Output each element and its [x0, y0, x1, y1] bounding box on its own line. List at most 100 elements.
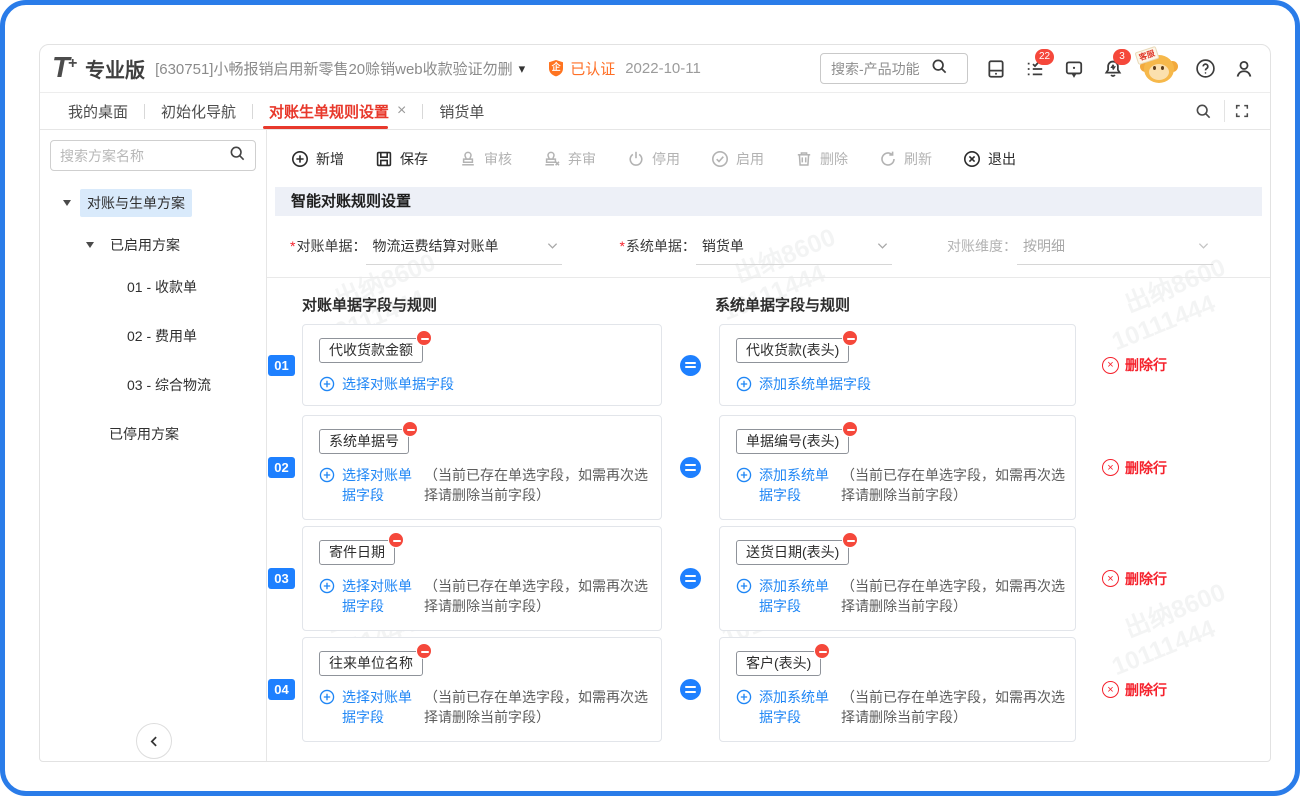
tab-my-desktop[interactable]: 我的桌面 — [52, 93, 144, 129]
message-icon[interactable] — [1062, 57, 1086, 81]
plan-tree: 对账与生单方案 已启用方案 01 - 收款单 02 - 费用单 03 - 综合物… — [50, 189, 256, 448]
tab-search-icon[interactable] — [1186, 100, 1220, 122]
todo-count-badge: 22 — [1035, 49, 1054, 65]
right-field-card: 送货日期(表头) 添加系统单据字段 （当前已存在单选字段，如需再次选择请删除当前… — [719, 526, 1076, 631]
plan-search-box[interactable] — [50, 140, 256, 171]
tree-node-plan-02[interactable]: 02 - 费用单 — [50, 322, 256, 350]
delete-button: 删除 — [795, 149, 848, 169]
field-chip: 送货日期(表头) — [736, 540, 849, 565]
single-select-note: （当前已存在单选字段，如需再次选择请删除当前字段） — [424, 576, 651, 616]
product-search-input[interactable] — [831, 61, 931, 77]
single-select-note: （当前已存在单选字段，如需再次选择请删除当前字段） — [424, 465, 651, 505]
select-reconciliation-field-link[interactable]: 选择对账单据字段 — [319, 374, 454, 394]
disable-button: 停用 — [627, 149, 680, 169]
field-chip: 客户(表头) — [736, 651, 821, 676]
tab-tools — [1186, 100, 1258, 122]
todo-list-icon[interactable]: 22 — [1023, 57, 1047, 81]
tab-init-nav[interactable]: 初始化导航 — [145, 93, 252, 129]
add-system-field-link[interactable]: 添加系统单据字段 — [736, 576, 833, 616]
fullscreen-icon[interactable] — [1224, 100, 1258, 122]
calculator-icon[interactable] — [984, 57, 1008, 81]
reconciliation-dimension-select: 按明细 — [1017, 233, 1213, 265]
field-chip: 单据编号(表头) — [736, 429, 849, 454]
rule-row-02: 02 系统单据号 选择对账单据字段 （当前已存在单选字段，如需再次选择请删除当前… — [267, 415, 1270, 520]
row-number-badge: 01 — [268, 355, 295, 376]
add-system-field-link[interactable]: 添加系统单据字段 — [736, 687, 833, 727]
search-icon[interactable] — [229, 145, 246, 167]
add-system-field-link[interactable]: 添加系统单据字段 — [736, 374, 871, 394]
remove-field-icon[interactable] — [842, 532, 858, 548]
chevron-down-icon — [1198, 237, 1209, 255]
notification-bell-icon[interactable]: 3 — [1101, 57, 1125, 81]
search-icon[interactable] — [931, 58, 948, 80]
toolbar: 新增 保存 审核 弃审 停用 — [267, 130, 1270, 187]
sidebar: 对账与生单方案 已启用方案 01 - 收款单 02 - 费用单 03 - 综合物… — [40, 130, 267, 761]
left-field-card: 寄件日期 选择对账单据字段 （当前已存在单选字段，如需再次选择请删除当前字段） — [302, 526, 662, 631]
tree-node-enabled-group[interactable]: 已启用方案 — [50, 231, 256, 259]
remove-field-icon[interactable] — [814, 643, 830, 659]
reconciliation-doc-select[interactable]: 物流运费结算对账单 — [366, 233, 562, 265]
tree-node-plan-01[interactable]: 01 - 收款单 — [50, 273, 256, 301]
save-button[interactable]: 保存 — [375, 149, 428, 169]
user-icon[interactable] — [1232, 57, 1256, 81]
help-icon[interactable] — [1193, 57, 1217, 81]
single-select-note: （当前已存在单选字段，如需再次选择请删除当前字段） — [841, 687, 1065, 727]
select-reconciliation-field-link[interactable]: 选择对账单据字段 — [319, 576, 416, 616]
account-name[interactable]: [630751]小畅报销启用新零售20赊销web收款验证勿删 — [155, 58, 513, 79]
remove-field-icon[interactable] — [416, 330, 432, 346]
tab-bar: 我的桌面 初始化导航 对账生单规则设置 × 销货单 — [40, 93, 1270, 130]
exit-button[interactable]: 退出 — [963, 149, 1016, 169]
field-label: *系统单据： — [619, 236, 695, 256]
single-select-note: （当前已存在单选字段，如需再次选择请删除当前字段） — [424, 687, 651, 727]
remove-field-icon[interactable] — [388, 532, 404, 548]
tree-expand-icon[interactable] — [63, 200, 71, 206]
delete-row-icon: × — [1102, 459, 1119, 476]
delete-row-button[interactable]: × 删除行 — [1102, 355, 1167, 375]
delete-row-icon: × — [1102, 681, 1119, 698]
add-button[interactable]: 新增 — [291, 149, 344, 169]
product-search-box[interactable] — [820, 53, 968, 84]
customer-service-mascot[interactable]: 客服 — [1140, 53, 1178, 85]
tree-node-plan-03[interactable]: 03 - 综合物流 — [50, 371, 256, 399]
equals-match-icon — [680, 355, 701, 376]
equals-match-icon — [680, 568, 701, 589]
delete-row-button[interactable]: × 删除行 — [1102, 458, 1167, 478]
chevron-down-icon — [547, 237, 558, 255]
delete-row-button[interactable]: × 删除行 — [1102, 569, 1167, 589]
remove-field-icon[interactable] — [416, 643, 432, 659]
right-field-card: 代收货款(表头) 添加系统单据字段 — [719, 324, 1076, 406]
certified-label: 已认证 — [570, 58, 615, 79]
enterprise-shield-icon: 企 — [547, 59, 565, 78]
tree-node-disabled-group[interactable]: 已停用方案 — [50, 420, 256, 448]
plan-search-input[interactable] — [60, 148, 229, 164]
tab-reconciliation-rules[interactable]: 对账生单规则设置 × — [253, 93, 422, 129]
remove-field-icon[interactable] — [842, 421, 858, 437]
app-container: T+ 专业版 [630751]小畅报销启用新零售20赊销web收款验证勿删 ▾ … — [39, 44, 1271, 762]
account-dropdown-caret[interactable]: ▾ — [519, 61, 526, 77]
delete-row-button[interactable]: × 删除行 — [1102, 680, 1167, 700]
column-headers: 对账单据字段与规则 系统单据字段与规则 — [267, 294, 1270, 315]
header-icons: 22 3 客服 — [984, 53, 1256, 85]
remove-field-icon[interactable] — [402, 421, 418, 437]
tree-expand-icon[interactable] — [86, 242, 94, 248]
system-doc-select[interactable]: 销货单 — [696, 233, 892, 265]
tab-sales-order[interactable]: 销货单 — [423, 93, 500, 129]
add-system-field-link[interactable]: 添加系统单据字段 — [736, 465, 833, 505]
tab-close-icon[interactable]: × — [397, 102, 406, 120]
main-panel: 出纳860010111444 出纳860010111444 出纳86001011… — [267, 130, 1270, 761]
rule-row-03: 03 寄件日期 选择对账单据字段 （当前已存在单选字段，如需再次选择请删除当前字… — [267, 526, 1270, 631]
enable-button: 启用 — [711, 149, 764, 169]
required-asterisk: * — [290, 238, 295, 254]
remove-field-icon[interactable] — [842, 330, 858, 346]
select-reconciliation-field-link[interactable]: 选择对账单据字段 — [319, 465, 416, 505]
tree-root-label[interactable]: 对账与生单方案 — [80, 189, 192, 217]
refresh-button: 刷新 — [879, 149, 932, 169]
select-reconciliation-field-link[interactable]: 选择对账单据字段 — [319, 687, 416, 727]
field-chip: 寄件日期 — [319, 540, 395, 565]
left-field-card: 系统单据号 选择对账单据字段 （当前已存在单选字段，如需再次选择请删除当前字段） — [302, 415, 662, 520]
sidebar-collapse-button[interactable] — [136, 723, 172, 759]
tree-node-root[interactable]: 对账与生单方案 — [50, 189, 256, 217]
field-chip: 代收货款金额 — [319, 338, 423, 363]
right-field-card: 客户(表头) 添加系统单据字段 （当前已存在单选字段，如需再次选择请删除当前字段… — [719, 637, 1076, 742]
rule-row-04: 04 往来单位名称 选择对账单据字段 （当前已存在单选字段，如需再次选择请删除当… — [267, 637, 1270, 742]
